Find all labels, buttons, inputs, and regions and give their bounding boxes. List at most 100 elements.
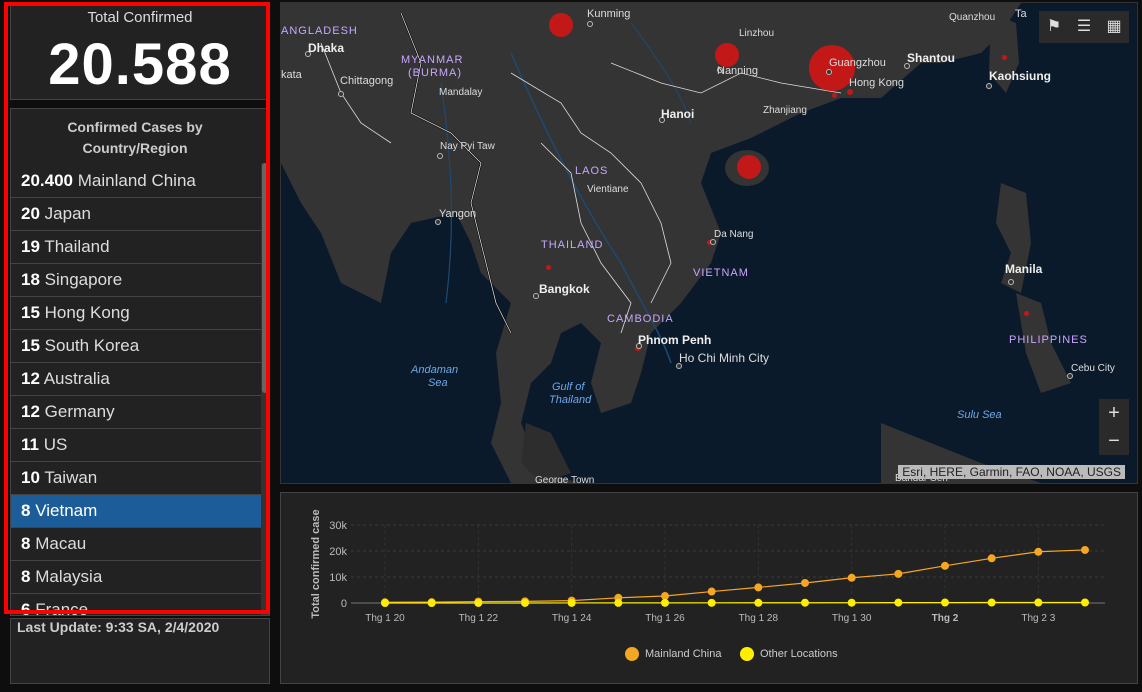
list-item-name: Germany [44, 402, 115, 421]
list-item-count: 12 [21, 402, 40, 421]
list-item-name: Malaysia [35, 567, 103, 586]
case-bubble-thailand[interactable] [546, 265, 551, 270]
case-bubble-hongkong[interactable] [847, 89, 853, 95]
list-item-count: 6 [21, 600, 31, 616]
list-item[interactable]: 15 South Korea [11, 330, 261, 363]
data-point [987, 554, 996, 563]
data-point [801, 598, 809, 607]
case-bubble-nanning[interactable] [715, 43, 739, 67]
x-tick-label: Thg 1 24 [552, 613, 592, 624]
y-axis-label: Total confirmed case [310, 509, 322, 618]
legend-item-mainland-china[interactable]: Mainland China [625, 647, 721, 661]
city-dot [437, 153, 443, 159]
x-tick-label: Thg 2 3 [1021, 613, 1055, 624]
bookmark-icon[interactable]: ⚑ [1039, 11, 1069, 43]
map-label: George Town [535, 475, 595, 484]
list-item[interactable]: 18 Singapore [11, 264, 261, 297]
list-item-name: Singapore [44, 270, 123, 289]
data-point [474, 598, 483, 607]
legend-item-other-locations[interactable]: Other Locations [740, 647, 838, 661]
list-item-count: 10 [21, 468, 40, 487]
last-update-text: Last Update: 9:33 SA, 2/4/2020 [17, 619, 220, 635]
map-label: LAOS [575, 165, 609, 177]
list-item-count: 8 [21, 567, 31, 586]
data-point [941, 598, 949, 607]
series-line-0 [384, 549, 1086, 603]
case-bubble-philippines[interactable] [1024, 311, 1029, 316]
data-point [661, 591, 669, 600]
total-confirmed-panel: Total Confirmed 20.588 [10, 4, 270, 100]
city-dot [587, 21, 593, 27]
map-label: Vientiane [587, 184, 629, 195]
qr-icon[interactable]: ▦ [1099, 11, 1129, 43]
map-label: VIETNAM [693, 267, 749, 279]
list-item-count: 11 [21, 435, 39, 454]
list-item-name: France [35, 600, 89, 616]
data-point [894, 598, 903, 607]
list-item[interactable]: 20.400 Mainland China [11, 165, 261, 198]
map-label: Quanzhou [949, 12, 996, 23]
y-tick-label: 20k [329, 546, 347, 558]
data-point [847, 573, 856, 582]
map-label: Hong Kong [849, 77, 905, 89]
case-bubble-macau[interactable] [832, 93, 837, 98]
map-label: Manila [1005, 262, 1043, 276]
map-label: Bangkok [539, 282, 590, 296]
map-toolbar: ⚑ ☰ ▦ [1039, 11, 1129, 43]
list-item-name: Japan [44, 204, 91, 223]
map-label: Sulu Sea [957, 409, 1002, 421]
map-label: kata [281, 69, 302, 81]
list-item[interactable]: 6 France [11, 594, 261, 616]
x-tick-label: Thg 1 30 [832, 613, 872, 624]
list-icon[interactable]: ☰ [1069, 11, 1099, 43]
list-item[interactable]: 15 Hong Kong [11, 297, 261, 330]
case-bubble-taiwan[interactable] [1002, 55, 1007, 60]
list-item-selected[interactable]: 8 Vietnam [11, 495, 261, 528]
list-item[interactable]: 8 Macau [11, 528, 261, 561]
zoom-out-button[interactable]: − [1099, 427, 1129, 455]
map-label: Thailand [549, 394, 592, 406]
zoom-control: + − [1099, 399, 1129, 455]
list-item-count: 8 [21, 501, 31, 520]
map-label: Dhaka [308, 41, 345, 55]
list-item[interactable]: 10 Taiwan [11, 462, 261, 495]
list-item-name: Australia [43, 369, 110, 388]
map-label: Ho Chi Minh City [679, 351, 770, 365]
map-label: Cebu City [1071, 363, 1115, 374]
case-bubble-kunming[interactable] [549, 13, 573, 37]
country-list-title-line2: Country/Region [82, 140, 188, 156]
data-point [707, 598, 716, 607]
map-label: Da Nang [714, 229, 754, 240]
list-item-count: 20 [21, 204, 40, 223]
map-label: Phnom Penh [638, 333, 712, 347]
list-item[interactable]: 8 Malaysia [11, 561, 261, 594]
data-point [521, 598, 529, 607]
list-item-count: 20.400 [21, 171, 73, 190]
list-item-name: South Korea [44, 336, 140, 355]
list-item[interactable]: 11 US [11, 429, 261, 462]
legend-label: Mainland China [645, 648, 722, 660]
map-label: Linzhou [739, 28, 775, 39]
map-view[interactable]: Kunming Linzhou Quanzhou Ta ANGLADESH Dh… [280, 2, 1138, 484]
list-item[interactable]: 12 Australia [11, 363, 261, 396]
list-item[interactable]: 19 Thailand [11, 231, 261, 264]
data-point [1034, 547, 1043, 556]
case-bubble-hainan[interactable] [737, 155, 761, 179]
list-item-name: Vietnam [35, 501, 98, 520]
list-item-count: 19 [21, 237, 40, 256]
list-scrollbar-thumb[interactable] [262, 163, 268, 393]
list-item-name: Thailand [44, 237, 110, 256]
map-label: Ta [1015, 8, 1027, 20]
list-item[interactable]: 20 Japan [11, 198, 261, 231]
city-dot [986, 83, 992, 89]
list-item-count: 15 [21, 336, 40, 355]
map-label: ANGLADESH [281, 25, 358, 37]
x-tick-label: Thg 1 22 [459, 613, 499, 624]
list-item[interactable]: 12 Germany [11, 396, 261, 429]
map-label: CAMBODIA [607, 313, 674, 325]
zoom-in-button[interactable]: + [1099, 399, 1129, 427]
map-label: Guangzhou [829, 57, 886, 69]
country-list-title-line1: Confirmed Cases by [67, 119, 203, 135]
list-scrollbar[interactable] [261, 163, 269, 615]
map-label: Sea [428, 377, 448, 389]
